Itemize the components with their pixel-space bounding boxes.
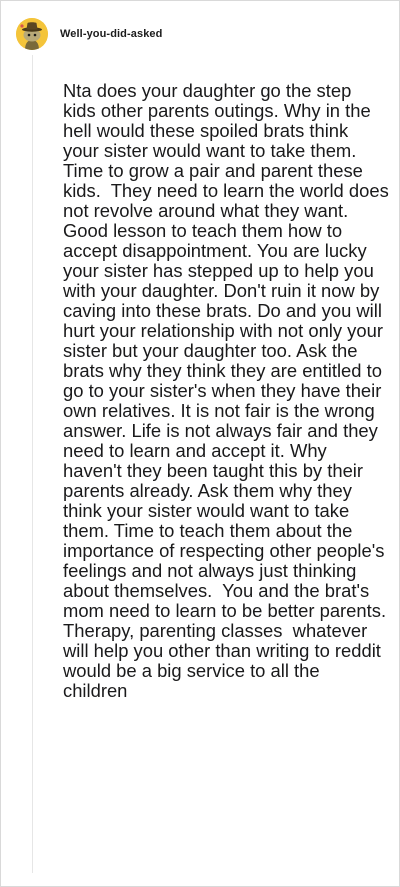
comment-header: Well-you-did-asked xyxy=(16,17,162,51)
comment-author-username[interactable]: Well-you-did-asked xyxy=(60,28,162,40)
snoo-avatar-icon[interactable] xyxy=(16,18,48,50)
thread-collapse-line[interactable] xyxy=(32,55,33,873)
comment-card: Well-you-did-asked Nta does your daughte… xyxy=(0,0,400,887)
snoo-avatar-graphic xyxy=(16,18,48,50)
comment-body-text: Nta does your daughter go the step kids … xyxy=(63,80,396,701)
